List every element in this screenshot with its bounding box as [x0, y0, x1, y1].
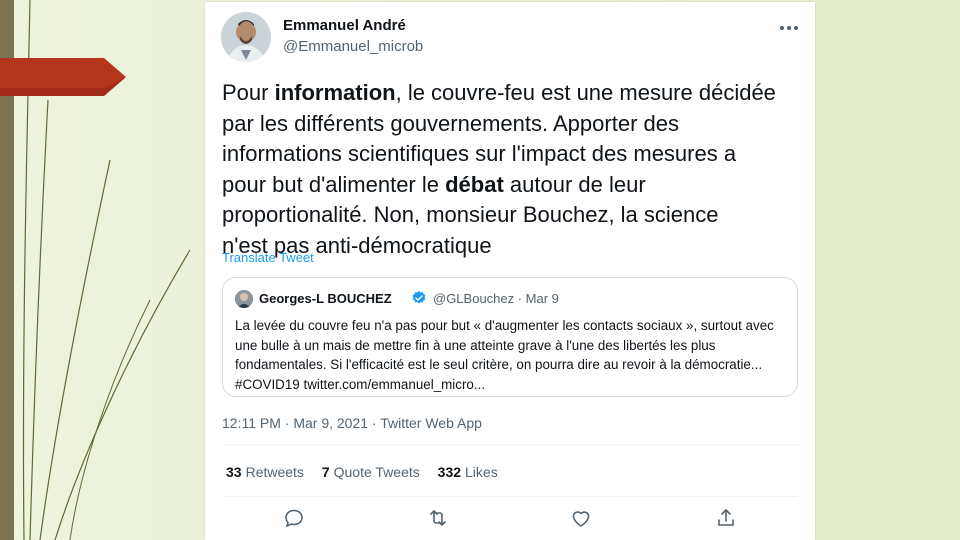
like-icon[interactable]: [569, 506, 593, 530]
tweet-stats: 33 Retweets 7 Quote Tweets 332 Likes: [226, 464, 512, 480]
tweet-card: Emmanuel André @Emmanuel_microb Pour inf…: [205, 2, 815, 540]
divider: [222, 496, 798, 497]
quote-text: La levée du couvre feu n'a pas pour but …: [235, 318, 774, 392]
author-avatar[interactable]: [221, 12, 271, 62]
quote-author-avatar: [235, 290, 253, 308]
translate-tweet-link[interactable]: Translate Tweet: [222, 250, 314, 265]
share-icon[interactable]: [714, 506, 738, 530]
verified-icon: [412, 291, 426, 304]
red-arrow-tab: [0, 58, 126, 96]
more-icon[interactable]: [777, 16, 801, 40]
tweet-text-segment: débat: [445, 171, 504, 197]
retweet-icon[interactable]: [426, 506, 450, 530]
likes-stat[interactable]: 332 Likes: [438, 464, 498, 480]
tweet-timestamp[interactable]: 12:11 PM · Mar 9, 2021 · Twitter Web App: [222, 415, 482, 431]
tweet-text-segment: Pour: [222, 80, 275, 105]
quote-meta: @GLBouchez · Mar 9: [433, 291, 559, 306]
retweets-stat[interactable]: 33 Retweets: [226, 464, 304, 480]
author-handle[interactable]: @Emmanuel_microb: [283, 38, 423, 55]
quoted-tweet[interactable]: Georges-L BOUCHEZ @GLBouchez · Mar 9 La …: [222, 277, 798, 397]
tweet-text: Pour information, le couvre-feu est une …: [222, 78, 807, 261]
author-name[interactable]: Emmanuel André: [283, 17, 406, 34]
quote-author-name: Georges-L BOUCHEZ: [259, 291, 392, 306]
tweet-text-segment: information: [274, 80, 396, 105]
tweet-actions: [205, 506, 815, 532]
reply-icon[interactable]: [282, 506, 306, 530]
quote-tweets-stat[interactable]: 7 Quote Tweets: [322, 464, 420, 480]
divider: [222, 444, 798, 445]
